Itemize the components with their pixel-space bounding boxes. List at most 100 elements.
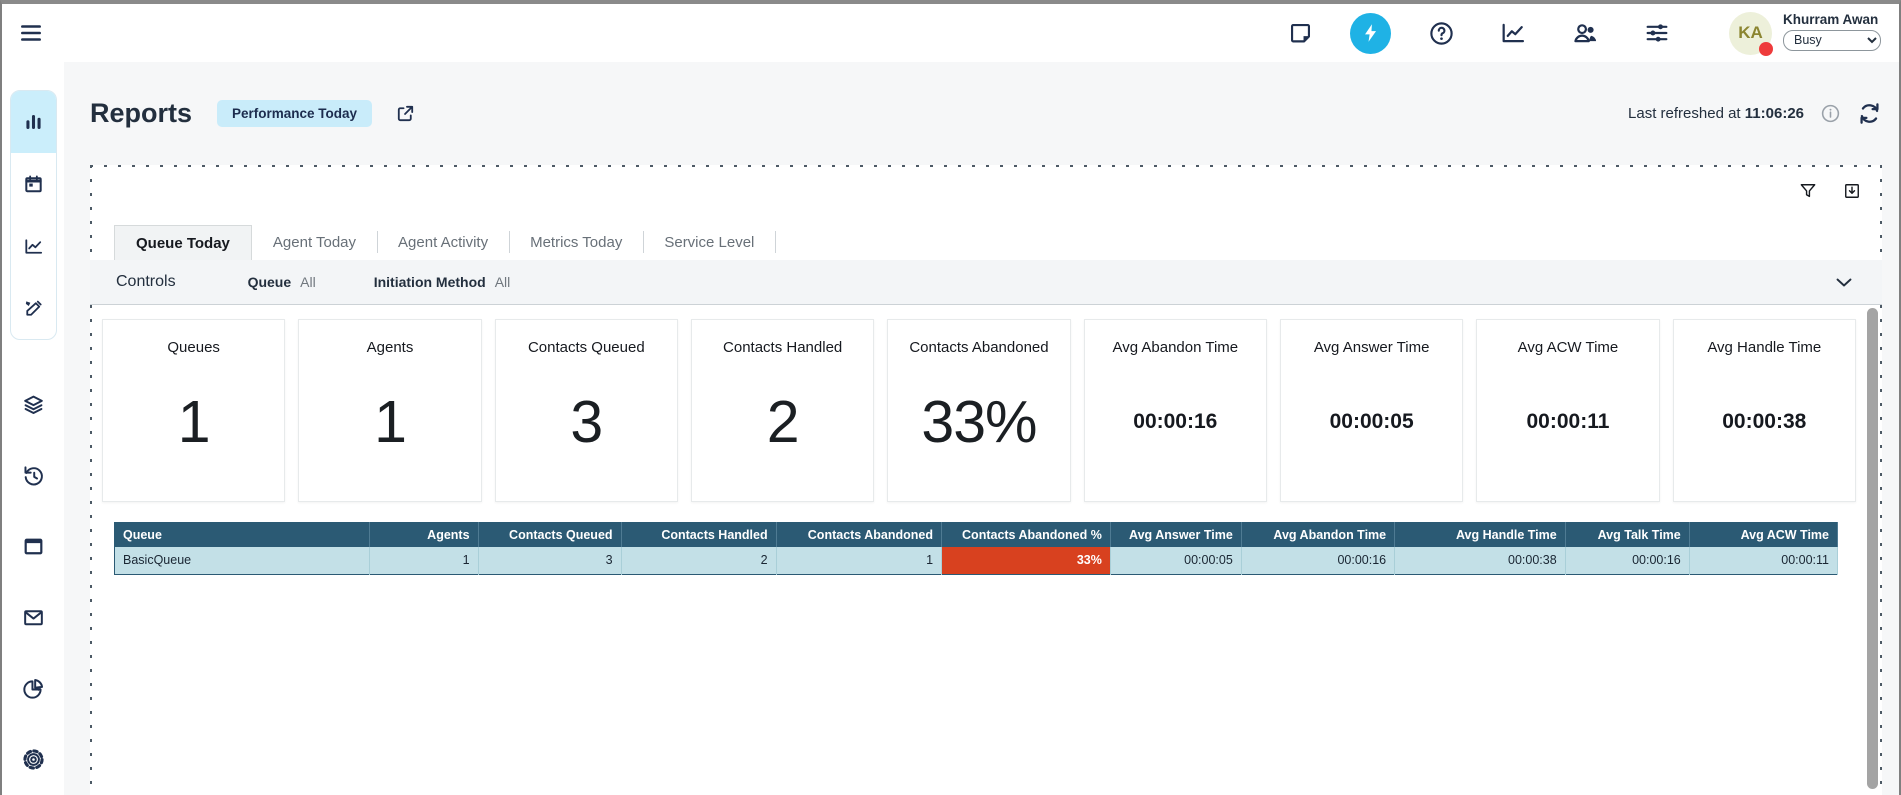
metric-card-value: 00:00:11: [1527, 410, 1610, 434]
notes-icon[interactable]: [1286, 19, 1314, 47]
sidebar-item-settings[interactable]: [21, 747, 46, 772]
metrics-icon[interactable]: [1499, 19, 1527, 47]
metric-card: Agents 1: [298, 319, 481, 502]
filter-label: Initiation Method: [374, 274, 486, 290]
metric-card-value: 2: [767, 388, 799, 456]
filter-label: Queue: [248, 274, 292, 290]
sidebar-item-history[interactable]: [21, 463, 46, 488]
sidebar-item-reports-share[interactable]: [21, 676, 46, 701]
status-select[interactable]: Busy: [1783, 30, 1881, 51]
performance-today-badge[interactable]: Performance Today: [217, 100, 372, 127]
table-column-header[interactable]: Contacts Handled: [621, 523, 776, 547]
table-cell: 1: [776, 547, 941, 575]
table-cell: 00:00:05: [1110, 547, 1241, 575]
page-title: Reports: [90, 98, 192, 129]
users-icon[interactable]: [1571, 19, 1599, 47]
avatar-initials: KA: [1738, 23, 1763, 43]
download-icon[interactable]: [1842, 181, 1862, 201]
table-row[interactable]: BasicQueue132133%00:00:0500:00:1600:00:3…: [115, 547, 1838, 575]
history-icon: [21, 463, 46, 488]
table-column-header[interactable]: Agents: [370, 523, 479, 547]
metric-card-title: Contacts Abandoned: [909, 339, 1048, 356]
table-column-header[interactable]: Avg ACW Time: [1689, 523, 1837, 547]
brush-icon: [22, 297, 45, 320]
hamburger-menu-icon[interactable]: [16, 18, 46, 48]
tab[interactable]: Agent Activity: [377, 225, 509, 260]
metric-card-title: Agents: [367, 339, 414, 356]
filter-control[interactable]: Queue All: [248, 274, 316, 290]
tab-label: Service Level: [664, 234, 754, 251]
pie-chart-icon: [21, 676, 46, 701]
controls-bar: Controls Queue All Initiation Method All: [90, 260, 1882, 305]
help-icon[interactable]: [1427, 19, 1455, 47]
quick-connect-bolt-icon[interactable]: [1350, 13, 1391, 54]
metric-card-value: 1: [374, 388, 406, 456]
main-content: Reports Performance Today Last refreshed…: [64, 62, 1899, 795]
window-icon: [21, 534, 46, 559]
table-column-header[interactable]: Contacts Abandoned: [776, 523, 941, 547]
user-profile: KA Khurram Awan Busy: [1729, 12, 1881, 55]
filter-icon[interactable]: [1798, 181, 1818, 201]
refresh-icon[interactable]: [1857, 101, 1882, 126]
filter-control[interactable]: Initiation Method All: [374, 274, 511, 290]
page-header: Reports Performance Today Last refreshed…: [90, 62, 1882, 165]
table-cell: 3: [478, 547, 621, 575]
table-column-header[interactable]: Contacts Queued: [478, 523, 621, 547]
left-sidebar: [2, 62, 64, 795]
layers-icon: [21, 392, 46, 417]
table-column-header[interactable]: Avg Talk Time: [1565, 523, 1689, 547]
mail-icon: [21, 605, 46, 630]
metric-card-title: Contacts Queued: [528, 339, 645, 356]
table-cell: 00:00:16: [1565, 547, 1689, 575]
queue-table: QueueAgentsContacts QueuedContacts Handl…: [114, 522, 1838, 575]
preferences-icon[interactable]: [1643, 19, 1671, 47]
bar-chart-icon: [22, 111, 45, 134]
table-column-header[interactable]: Queue: [115, 523, 370, 547]
metric-card-title: Avg ACW Time: [1518, 339, 1619, 356]
info-icon[interactable]: [1820, 103, 1841, 124]
metric-card: Avg Abandon Time 00:00:16: [1084, 319, 1267, 502]
calendar-icon: [22, 173, 45, 196]
report-tabs: Queue Today Agent Today Agent Activity M…: [90, 225, 1882, 260]
metric-card-title: Queues: [167, 339, 220, 356]
external-link-icon[interactable]: [394, 102, 417, 125]
sidebar-item-window[interactable]: [21, 534, 46, 559]
table-cell: 33%: [942, 547, 1111, 575]
table-body: BasicQueue132133%00:00:0500:00:1600:00:3…: [115, 547, 1838, 575]
tab[interactable]: Queue Today: [114, 225, 252, 260]
table-column-header[interactable]: Avg Answer Time: [1110, 523, 1241, 547]
sidebar-item-schedule[interactable]: [11, 153, 56, 215]
last-refreshed-label: Last refreshed at: [1628, 105, 1741, 122]
table-cell: BasicQueue: [115, 547, 370, 575]
metric-card-value: 00:00:38: [1722, 410, 1806, 434]
sidebar-item-mail[interactable]: [21, 605, 46, 630]
queue-table-wrap: QueueAgentsContacts QueuedContacts Handl…: [114, 522, 1838, 575]
table-column-header[interactable]: Contacts Abandoned %: [942, 523, 1111, 547]
tab-label: Metrics Today: [530, 234, 622, 251]
chevron-down-icon[interactable]: [1832, 270, 1856, 294]
scrollbar-track[interactable]: [1867, 306, 1879, 793]
sidebar-item-reports[interactable]: [11, 91, 56, 153]
sidebar-item-layers[interactable]: [21, 392, 46, 417]
table-cell: 2: [621, 547, 776, 575]
last-refreshed-time: 11:06:26: [1745, 105, 1804, 122]
tab[interactable]: Service Level: [643, 225, 775, 260]
metric-card-title: Avg Abandon Time: [1112, 339, 1238, 356]
filter-value: All: [300, 274, 316, 290]
tab[interactable]: Metrics Today: [509, 225, 643, 260]
metric-card: Contacts Queued 3: [495, 319, 678, 502]
table-cell: 00:00:38: [1395, 547, 1566, 575]
sidebar-item-customize[interactable]: [11, 277, 56, 339]
avatar[interactable]: KA: [1729, 12, 1772, 55]
table-column-header[interactable]: Avg Handle Time: [1395, 523, 1566, 547]
filter-value: All: [495, 274, 511, 290]
metric-card: Queues 1: [102, 319, 285, 502]
line-chart-icon: [22, 235, 45, 258]
table-column-header[interactable]: Avg Abandon Time: [1241, 523, 1394, 547]
tab[interactable]: Agent Today: [252, 225, 377, 260]
metric-card: Avg Answer Time 00:00:05: [1280, 319, 1463, 502]
scrollbar-thumb[interactable]: [1867, 308, 1878, 789]
sidebar-item-analytics[interactable]: [11, 215, 56, 277]
top-bar: KA Khurram Awan Busy: [2, 4, 1899, 62]
table-cell: 1: [370, 547, 479, 575]
